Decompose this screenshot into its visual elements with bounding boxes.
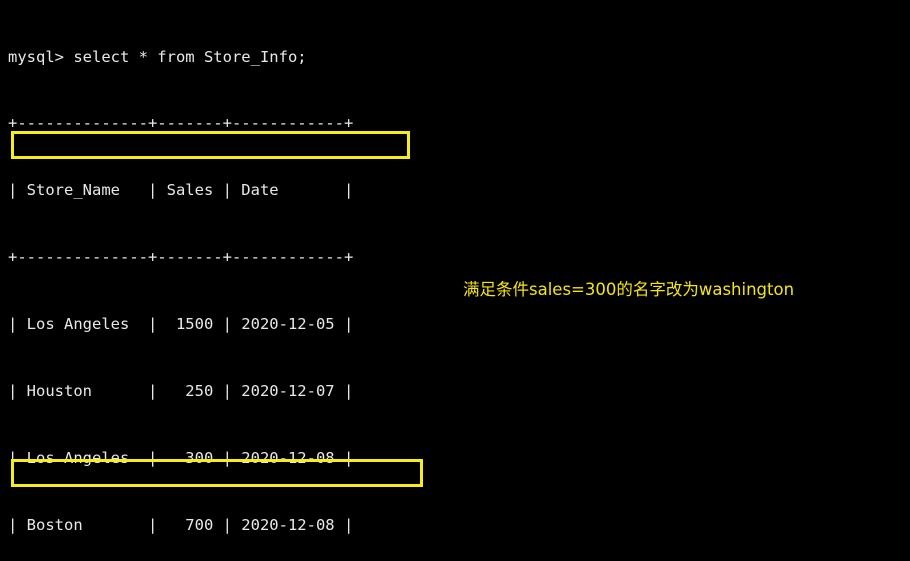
terminal-line: +--------------+-------+------------+ — [8, 114, 354, 133]
terminal-window[interactable]: mysql> select * from Store_Info; +------… — [0, 0, 910, 561]
terminal-line: | Los Angeles | 300 | 2020-12-08 | — [8, 448, 354, 467]
terminal-line: | Houston | 250 | 2020-12-07 | — [8, 382, 354, 401]
terminal-line: | Boston | 700 | 2020-12-08 | — [8, 515, 354, 534]
terminal-line: +--------------+-------+------------+ — [8, 248, 354, 267]
annotation-text: 满足条件sales=300的名字改为washington — [463, 280, 795, 299]
terminal-line: | Los Angeles | 1500 | 2020-12-05 | — [8, 315, 354, 334]
terminal-line: mysql> select * from Store_Info; — [8, 47, 307, 66]
terminal-line: | Store_Name | Sales | Date | — [8, 181, 354, 200]
